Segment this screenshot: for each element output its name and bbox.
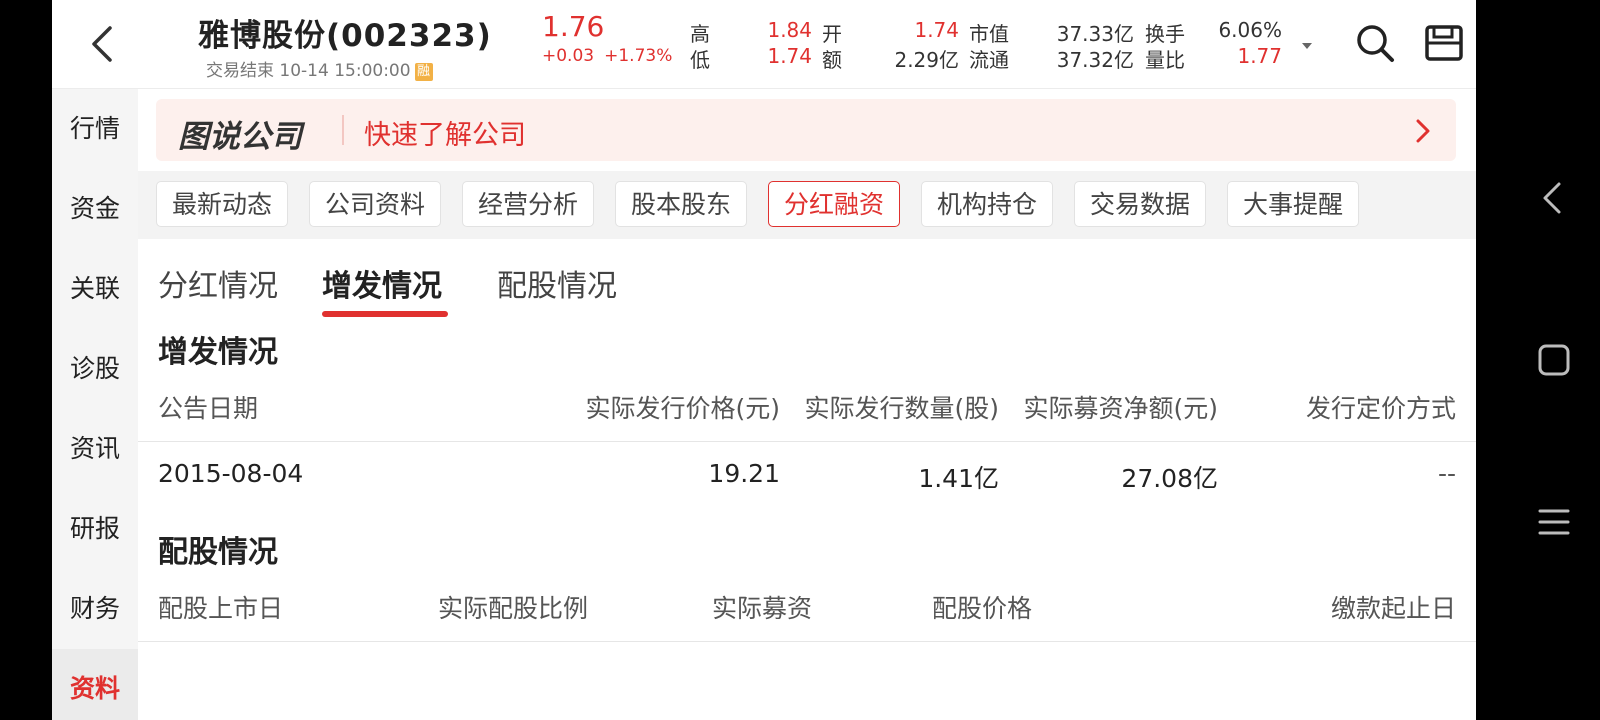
stock-detail-app: 雅博股份(002323) 交易结束 10-14 15:00:00 融 1.76 +…	[52, 0, 1476, 720]
banner-divider	[342, 115, 344, 145]
amount-label: 额	[822, 48, 842, 72]
sidebar-item-funds[interactable]: 资金	[52, 169, 138, 249]
volume-ratio-label: 量比	[1145, 48, 1185, 72]
column-header: 配股上市日	[158, 594, 284, 623]
chevron-right-icon	[1416, 119, 1430, 143]
low-value: 1.74	[767, 44, 812, 68]
pricing-method-cell: --	[1437, 459, 1456, 488]
high-value: 1.84	[767, 18, 812, 42]
rights-issue-title: 配股情况	[158, 535, 278, 570]
low-label: 低	[690, 48, 710, 72]
amount-value: 2.29亿	[894, 48, 959, 72]
sidebar: 行情 资金 关联 诊股 资讯 研报 财务 资料	[52, 89, 138, 720]
change-percent: +1.73%	[604, 46, 673, 66]
nav-home-button[interactable]	[1536, 342, 1572, 378]
tab-company-info[interactable]: 公司资料	[309, 181, 441, 227]
nav-menu-icon	[1538, 509, 1570, 535]
open-value: 1.74	[914, 18, 959, 42]
net-proceeds-cell: 27.08亿	[1121, 464, 1218, 493]
turnover-value: 6.06%	[1218, 18, 1282, 42]
quotes-expand-button[interactable]	[1300, 38, 1314, 52]
nav-menu-button[interactable]	[1536, 504, 1572, 540]
back-button[interactable]	[84, 22, 120, 66]
banner-arrow	[1412, 117, 1434, 145]
nav-home-icon	[1538, 344, 1570, 376]
margin-trading-badge: 融	[414, 63, 433, 81]
change-amount: +0.03	[542, 46, 595, 66]
sidebar-item-research[interactable]: 研报	[52, 489, 138, 569]
main-content: 图说公司 快速了解公司 最新动态 公司资料 经营分析 股本股东 分红融资 机构持…	[138, 89, 1476, 720]
high-label: 高	[690, 22, 710, 46]
sidebar-item-profile[interactable]: 资料	[52, 649, 138, 720]
volume-ratio-value: 1.77	[1237, 44, 1282, 68]
sidebar-item-finance[interactable]: 财务	[52, 569, 138, 649]
search-button[interactable]	[1354, 22, 1396, 64]
price-change: +0.03 +1.73%	[542, 46, 672, 66]
stock-header: 雅博股份(002323) 交易结束 10-14 15:00:00 融 1.76 +…	[52, 0, 1476, 89]
sidebar-item-news[interactable]: 资讯	[52, 409, 138, 489]
float-cap-value: 37.32亿	[1056, 48, 1134, 72]
sidebar-item-related[interactable]: 关联	[52, 249, 138, 329]
trading-status: 交易结束 10-14 15:00:00 融	[206, 56, 433, 81]
column-header: 发行定价方式	[1305, 394, 1456, 423]
nav-back-icon	[1543, 182, 1561, 214]
column-header: 公告日期	[158, 394, 259, 423]
search-icon	[1357, 25, 1394, 62]
sidebar-item-diagnosis[interactable]: 诊股	[52, 329, 138, 409]
system-navigation-bar	[1508, 0, 1600, 720]
column-header: 缴款起止日	[1330, 594, 1456, 623]
subtab-dividends[interactable]: 分红情况	[158, 261, 278, 305]
subtab-additional-issuance[interactable]: 增发情况	[322, 261, 442, 305]
tab-shareholders[interactable]: 股本股东	[615, 181, 747, 227]
issue-quantity-cell: 1.41亿	[918, 464, 999, 493]
sidebar-item-market[interactable]: 行情	[52, 89, 138, 169]
market-cap-label: 市值	[969, 22, 1009, 46]
table-divider	[138, 441, 1476, 442]
back-icon	[92, 26, 112, 62]
column-header: 配股价格	[932, 594, 1033, 623]
tab-dividend-financing[interactable]: 分红融资	[768, 181, 900, 227]
announcement-date-cell: 2015-08-04	[158, 459, 304, 488]
table-divider	[138, 641, 1476, 642]
column-header: 实际募资净额(元)	[1023, 394, 1218, 423]
additional-issuance-title: 增发情况	[158, 335, 278, 370]
profile-tabs: 最新动态 公司资料 经营分析 股本股东 分红融资 机构持仓 交易数据 大事提醒	[138, 171, 1476, 239]
float-cap-label: 流通	[969, 48, 1009, 72]
active-subtab-indicator	[322, 311, 448, 317]
column-header: 实际发行价格(元)	[585, 394, 780, 423]
tab-institutional-holdings[interactable]: 机构持仓	[921, 181, 1053, 227]
tab-major-events[interactable]: 大事提醒	[1227, 181, 1359, 227]
caret-down-icon	[1302, 43, 1312, 49]
banner-text: 快速了解公司	[364, 120, 526, 151]
turnover-label: 换手	[1145, 22, 1185, 46]
column-header: 实际发行数量(股)	[804, 394, 999, 423]
tab-latest-news[interactable]: 最新动态	[156, 181, 288, 227]
column-header: 实际配股比例	[438, 594, 589, 623]
column-header: 实际募资	[712, 594, 813, 623]
tab-business-analysis[interactable]: 经营分析	[462, 181, 594, 227]
current-price: 1.76	[542, 10, 605, 43]
tab-trading-data[interactable]: 交易数据	[1074, 181, 1206, 227]
nav-back-button[interactable]	[1536, 180, 1572, 216]
subtab-rights-issue[interactable]: 配股情况	[497, 261, 617, 305]
market-cap-value: 37.33亿	[1056, 22, 1134, 46]
save-icon	[1425, 25, 1463, 61]
open-label: 开	[822, 22, 842, 46]
save-button[interactable]	[1424, 22, 1464, 64]
stock-name: 雅博股份(002323)	[198, 18, 492, 54]
trading-status-text: 交易结束 10-14 15:00:00	[206, 61, 411, 81]
banner-logo: 图说公司	[178, 119, 302, 155]
company-illustrated-banner[interactable]: 图说公司 快速了解公司	[156, 99, 1456, 161]
issue-price-cell: 19.21	[708, 459, 780, 488]
